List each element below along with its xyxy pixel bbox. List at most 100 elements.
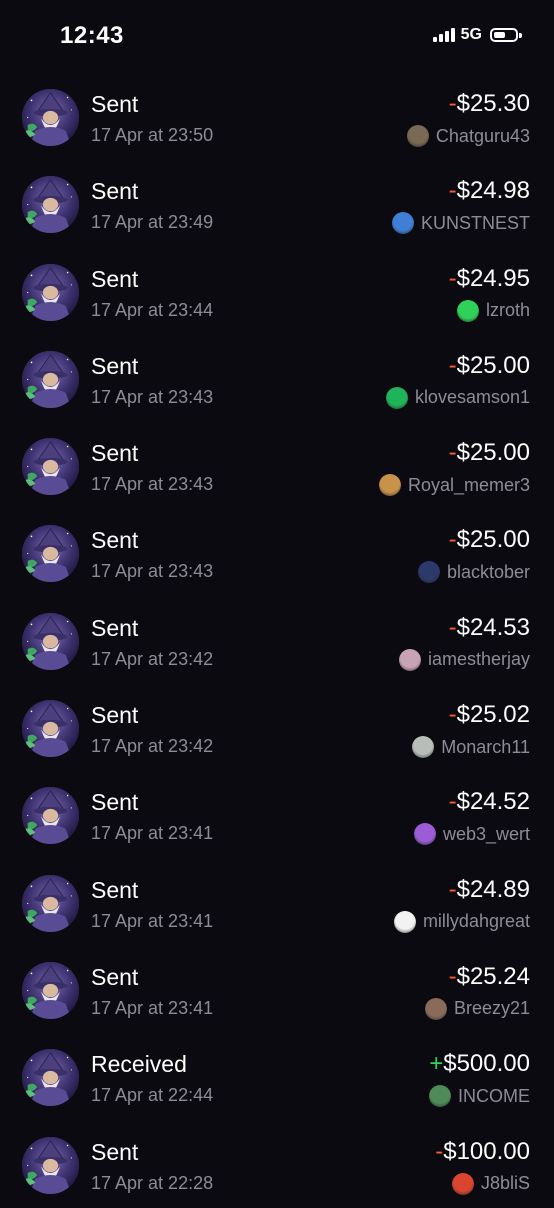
transaction-row[interactable]: Sent 17 Apr at 23:43 -$25.00 blacktober	[0, 509, 554, 596]
counterparty-name: iamestherjay	[427, 649, 530, 670]
counterparty-name: Monarch11	[441, 736, 530, 757]
avatar-income-icon	[429, 1085, 451, 1108]
transaction-row[interactable]: Sent 17 Apr at 23:50 -$25.30 Chatguru43	[0, 73, 554, 160]
transaction-date: 17 Apr at 23:42	[91, 736, 214, 757]
transaction-counterparty[interactable]: klovesamson1	[385, 386, 530, 409]
avatar-klovesamson1-icon	[385, 386, 408, 409]
counterparty-name: INCOME	[458, 1085, 530, 1106]
transaction-row[interactable]: Sent 17 Apr at 23:41 -$24.89 millydahgre…	[0, 859, 554, 946]
transaction-amount: -$100.00	[435, 1138, 530, 1166]
transaction-date: 17 Apr at 23:41	[91, 823, 214, 844]
transaction-amount: -$24.53	[449, 614, 530, 642]
transaction-counterparty[interactable]: Royal_memer3	[378, 474, 530, 497]
transaction-counterparty[interactable]: KUNSTNEST	[391, 212, 530, 235]
transaction-row[interactable]: Sent 17 Apr at 23:43 -$25.00 Royal_memer…	[0, 422, 554, 509]
wizard-avatar-icon	[22, 700, 79, 758]
amount-value: $25.00	[456, 526, 530, 554]
transaction-amount: -$24.98	[449, 177, 530, 205]
transaction-counterparty[interactable]: INCOME	[429, 1085, 530, 1108]
wizard-avatar-icon	[22, 961, 79, 1019]
transaction-amount: -$24.52	[449, 788, 530, 816]
amount-sign: -	[448, 351, 457, 379]
avatar-web3-wert-icon	[413, 823, 436, 846]
wizard-avatar-icon	[22, 612, 79, 670]
amount-sign: -	[448, 439, 457, 467]
wizard-avatar-icon	[22, 350, 79, 408]
avatar-blacktober-icon	[417, 561, 440, 584]
transaction-counterparty[interactable]: lzroth	[456, 299, 530, 322]
transaction-type: Sent	[91, 352, 139, 379]
transaction-date: 17 Apr at 23:41	[91, 910, 214, 931]
avatar-breezy21-icon	[424, 997, 447, 1020]
transaction-counterparty[interactable]: web3_wert	[413, 823, 530, 846]
transaction-amount: -$25.00	[449, 526, 530, 554]
wizard-avatar-icon	[22, 438, 79, 496]
amount-value: $25.00	[456, 439, 530, 467]
transaction-counterparty[interactable]: Breezy21	[424, 997, 530, 1020]
transaction-counterparty[interactable]: millydahgreat	[393, 910, 530, 933]
avatar-monarch11-icon	[412, 736, 435, 759]
transaction-row[interactable]: Sent 17 Apr at 23:42 -$25.02 Monarch11	[0, 684, 554, 771]
wizard-avatar-icon	[22, 1049, 79, 1107]
transaction-type: Sent	[91, 702, 139, 729]
transaction-counterparty[interactable]: blacktober	[417, 561, 530, 584]
transaction-amount: -$25.24	[449, 963, 530, 991]
transaction-type: Sent	[91, 1138, 139, 1165]
amount-sign: -	[448, 613, 457, 641]
transaction-row[interactable]: Sent 17 Apr at 23:41 -$25.24 Breezy21	[0, 946, 554, 1033]
amount-sign: -	[448, 701, 457, 729]
transaction-counterparty[interactable]: iamestherjay	[398, 648, 530, 671]
transaction-date: 17 Apr at 23:43	[91, 386, 214, 407]
transaction-date: 17 Apr at 23:43	[91, 474, 214, 495]
transaction-row[interactable]: Sent 17 Apr at 23:42 -$24.53 iamestherja…	[0, 597, 554, 684]
amount-value: $25.24	[456, 962, 530, 990]
amount-value: $25.30	[456, 90, 530, 117]
wizard-avatar-icon	[22, 89, 79, 146]
wizard-avatar-icon	[22, 787, 79, 845]
transaction-date: 17 Apr at 23:42	[91, 648, 214, 669]
amount-sign: -	[448, 90, 457, 117]
amount-sign: -	[448, 875, 457, 903]
transaction-amount: -$24.89	[449, 876, 530, 904]
transaction-row[interactable]: Received 17 Apr at 22:44 +$500.00 INCOME	[0, 1033, 554, 1120]
transaction-row[interactable]: Sent 17 Apr at 23:43 -$25.00 klovesamson…	[0, 335, 554, 422]
transaction-row[interactable]: Sent 17 Apr at 23:41 -$24.52 web3_wert	[0, 771, 554, 858]
avatar-millydahgreat-icon	[393, 910, 416, 933]
amount-value: $24.52	[456, 788, 530, 816]
wizard-avatar-icon	[22, 525, 79, 583]
transaction-date: 17 Apr at 23:43	[91, 561, 214, 582]
transaction-date: 17 Apr at 22:28	[91, 1172, 214, 1193]
amount-value: $24.98	[456, 177, 530, 205]
transaction-row[interactable]: Sent 17 Apr at 23:49 -$24.98 KUNSTNEST	[0, 160, 554, 247]
counterparty-name: J8bliS	[480, 1173, 530, 1194]
transaction-row[interactable]: Sent 17 Apr at 23:44 -$24.95 lzroth	[0, 248, 554, 335]
transaction-type: Sent	[91, 527, 139, 554]
transaction-amount: -$25.30	[449, 90, 530, 118]
transaction-counterparty[interactable]: Chatguru43	[406, 125, 530, 147]
transaction-type: Sent	[91, 789, 139, 816]
transaction-counterparty[interactable]: Monarch11	[412, 736, 530, 759]
transaction-amount: -$24.95	[449, 265, 530, 293]
amount-sign: +	[429, 1050, 444, 1078]
status-indicators: 5G	[432, 26, 522, 44]
amount-value: $24.95	[456, 264, 530, 292]
transaction-date: 17 Apr at 23:44	[91, 299, 214, 320]
transaction-type: Sent	[91, 91, 139, 117]
status-bar: 12:43 5G	[0, 0, 554, 72]
avatar-royal-memer3-icon	[378, 474, 401, 497]
transaction-counterparty[interactable]: J8bliS	[451, 1172, 530, 1195]
amount-sign: -	[448, 962, 457, 990]
transaction-row[interactable]: Sent 17 Apr at 22:28 -$100.00 J8bliS	[0, 1121, 554, 1208]
transaction-type: Sent	[91, 440, 139, 467]
amount-sign: -	[448, 264, 457, 292]
transaction-type: Sent	[91, 963, 139, 990]
counterparty-name: Chatguru43	[435, 125, 530, 146]
amount-sign: -	[448, 177, 457, 205]
transaction-date: 17 Apr at 22:44	[91, 1085, 214, 1106]
transaction-type: Sent	[91, 178, 139, 205]
status-time: 12:43	[60, 22, 124, 49]
wizard-avatar-icon	[22, 1136, 79, 1194]
transaction-type: Sent	[91, 265, 139, 292]
counterparty-name: web3_wert	[442, 823, 530, 844]
counterparty-name: klovesamson1	[414, 387, 530, 408]
